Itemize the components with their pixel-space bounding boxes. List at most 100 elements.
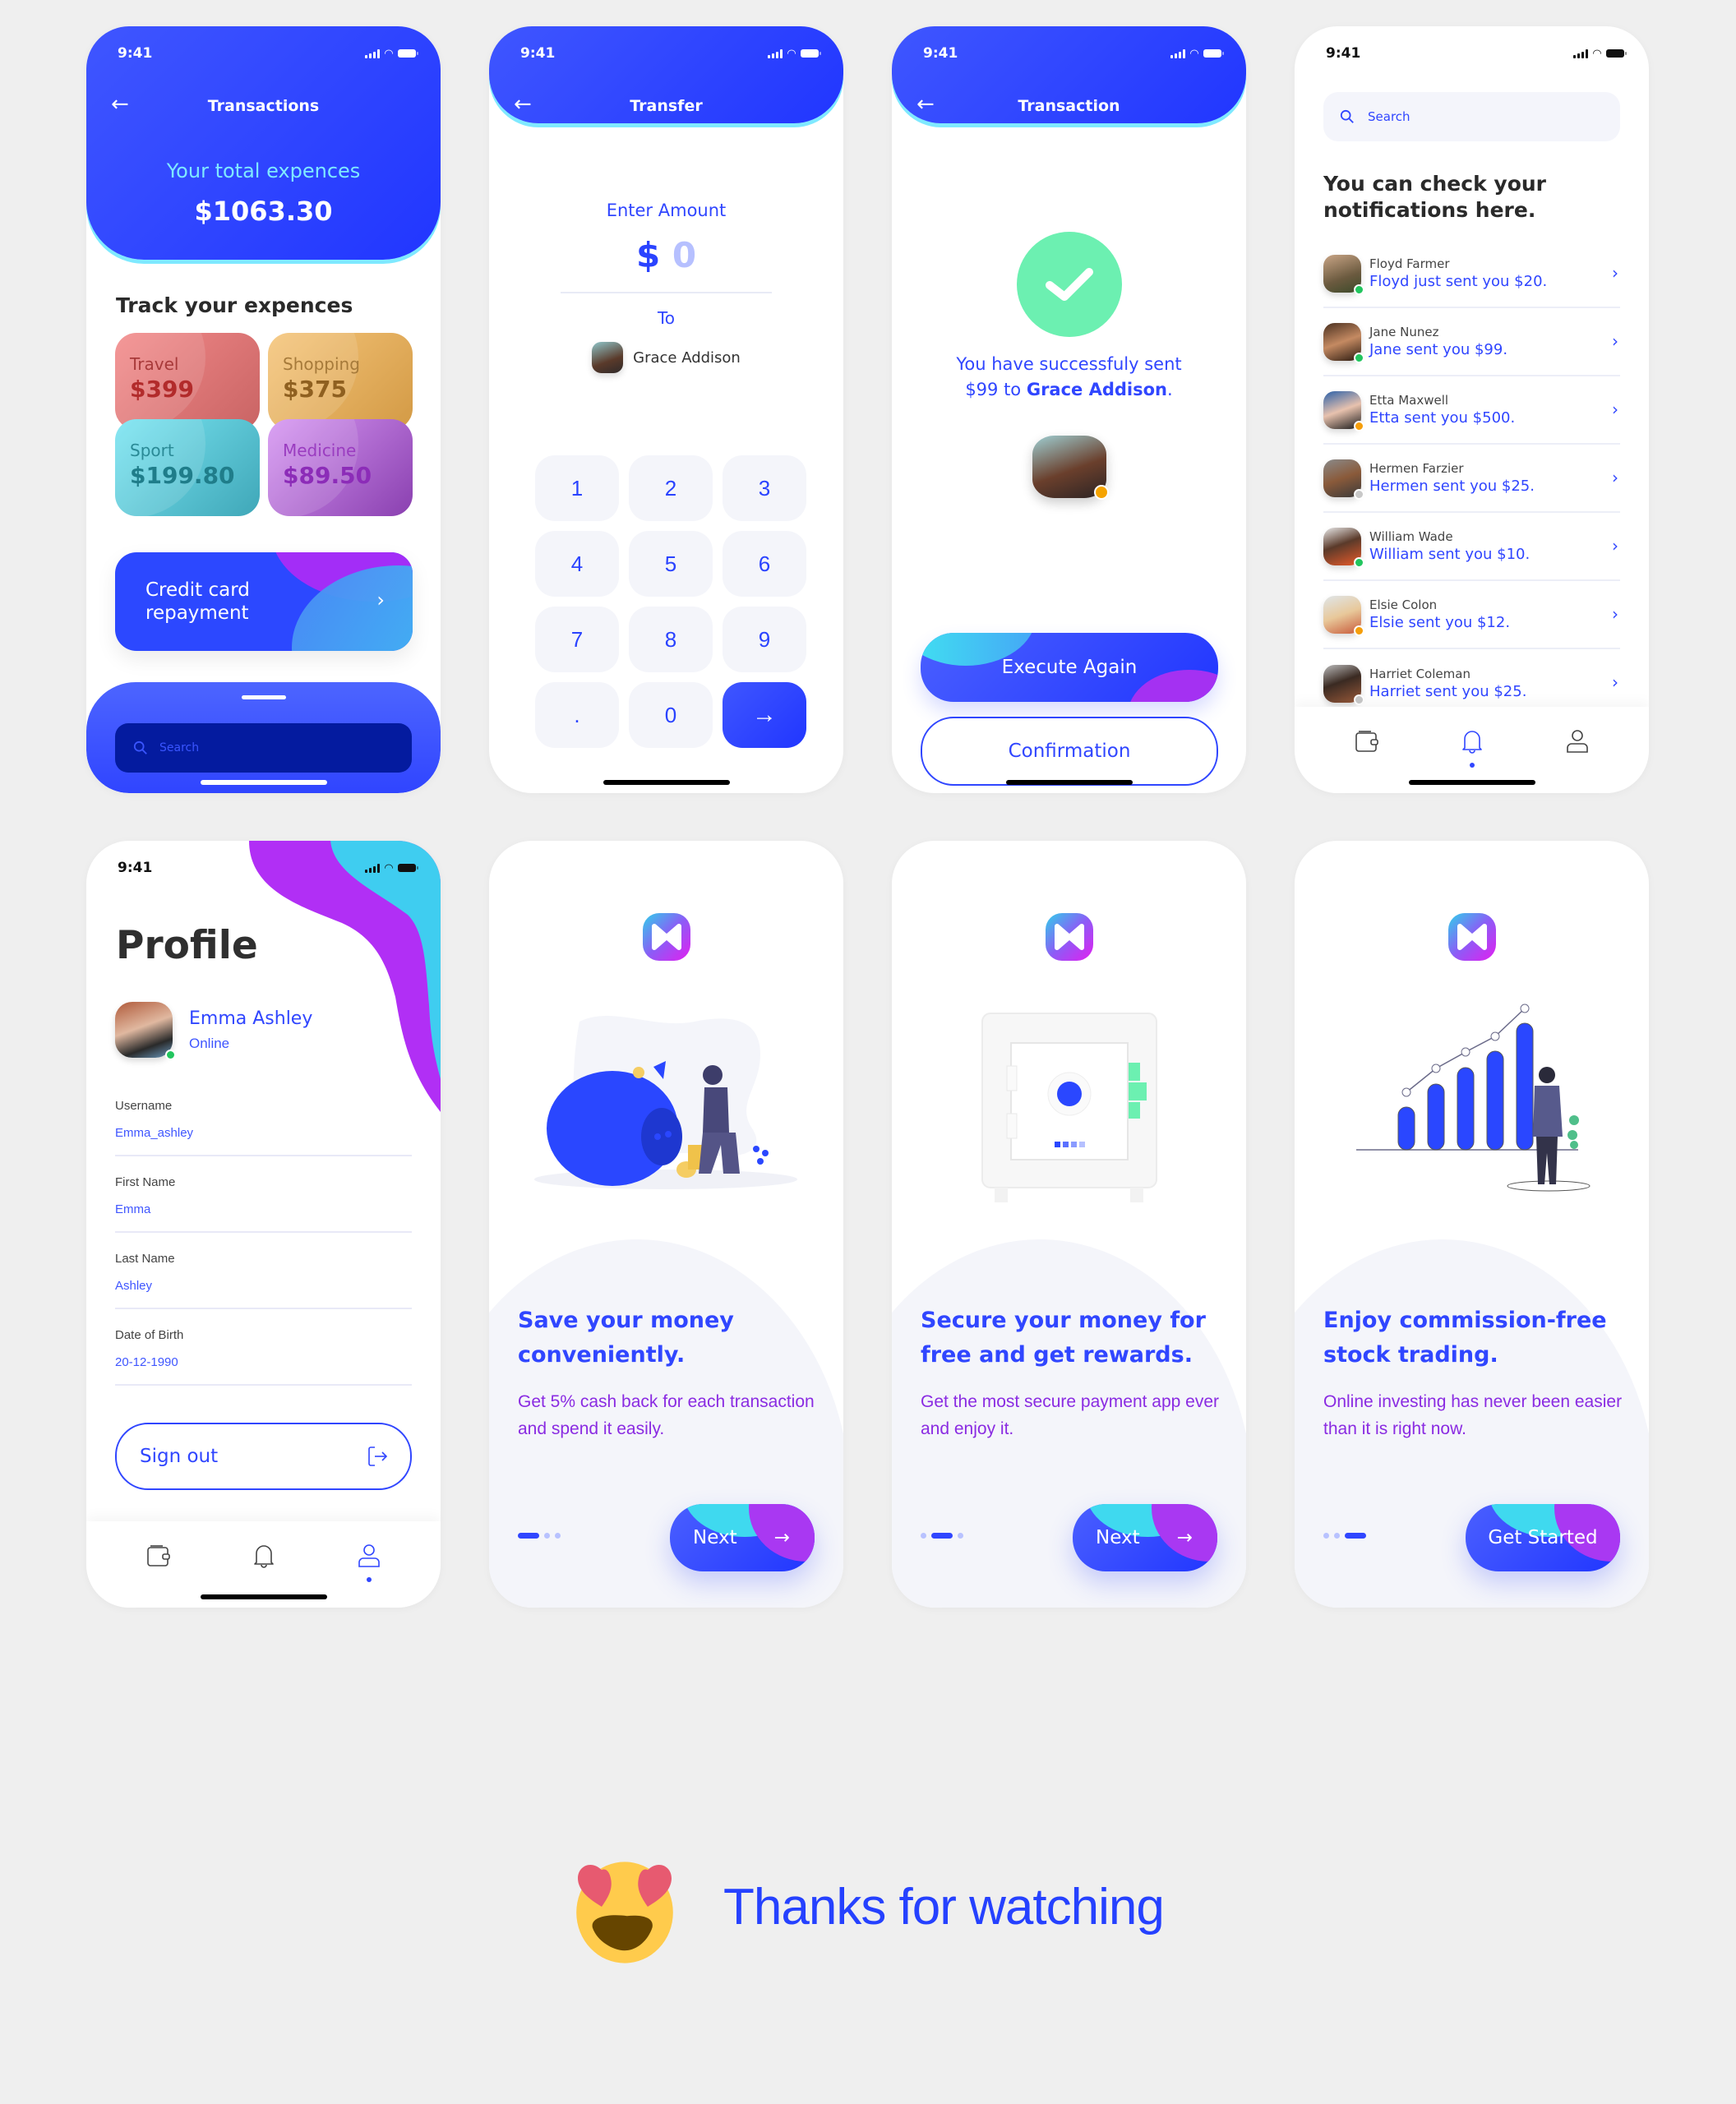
last-name-field[interactable]: Last Name Ashley <box>115 1252 412 1309</box>
onboarding-text: Get 5% cash back for each transaction an… <box>518 1392 815 1438</box>
page-dot <box>1323 1533 1329 1539</box>
category-label: Travel <box>130 354 179 374</box>
next-button[interactable]: Next → <box>670 1504 815 1571</box>
recipient[interactable]: Grace Addison <box>489 342 843 373</box>
notification-item[interactable]: William Wade William sent you $10. › <box>1323 513 1620 581</box>
total-expenses-value: $1063.30 <box>194 196 333 227</box>
date-of-birth-field[interactable]: Date of Birth 20-12-1990 <box>115 1328 412 1386</box>
wifi-icon: ◠ <box>385 47 393 60</box>
search-input[interactable]: Search <box>1323 92 1620 141</box>
category-value: $89.50 <box>283 462 372 489</box>
sign-out-button[interactable]: Sign out <box>115 1423 412 1490</box>
key-8[interactable]: 8 <box>629 607 713 672</box>
avatar <box>1323 664 1364 705</box>
page-dot-active <box>931 1533 953 1539</box>
chevron-right-icon: › <box>1612 331 1618 351</box>
battery-icon <box>1606 49 1627 58</box>
numeric-keypad: 1 2 3 4 5 6 7 8 9 . 0 → <box>535 455 806 748</box>
notification-item[interactable]: Floyd Farmer Floyd just sent you $20. › <box>1323 240 1620 308</box>
category-card-sport[interactable]: Sport $199.80 <box>115 419 260 516</box>
battery-icon <box>801 49 821 58</box>
search-placeholder: Search <box>159 741 200 754</box>
notification-message: Hermen sent you $25. <box>1369 478 1535 495</box>
page-indicator <box>921 1533 963 1539</box>
credit-card-line2: repayment <box>145 602 249 624</box>
logout-icon <box>368 1446 388 1466</box>
growth-chart-illustration <box>1356 1004 1591 1192</box>
page-dot <box>921 1533 926 1539</box>
key-5[interactable]: 5 <box>629 531 713 597</box>
piggy-bank-illustration <box>534 1015 797 1189</box>
key-2[interactable]: 2 <box>629 455 713 521</box>
key-3[interactable]: 3 <box>723 455 806 521</box>
avatar[interactable] <box>115 1002 176 1060</box>
wifi-icon: ◠ <box>385 861 393 874</box>
field-label: Last Name <box>115 1252 175 1266</box>
get-started-button[interactable]: Get Started <box>1466 1504 1620 1571</box>
category-card-shopping[interactable]: Shopping $375 <box>268 333 413 430</box>
status-dot-away <box>1354 625 1364 636</box>
notification-item[interactable]: Hermen Farzier Hermen sent you $25. › <box>1323 445 1620 513</box>
signal-icon <box>365 863 380 873</box>
tab-wallet[interactable] <box>1350 725 1383 758</box>
bottom-sheet: Search <box>86 682 441 793</box>
key-9[interactable]: 9 <box>723 607 806 672</box>
sheet-grip-handle[interactable] <box>241 695 286 699</box>
notification-item[interactable]: Jane Nunez Jane sent you $99. › <box>1323 308 1620 376</box>
success-check-icon <box>1016 232 1122 337</box>
notifications-screen: 9:41 ◠ Search You can check your notific… <box>1295 26 1649 793</box>
battery-icon <box>398 864 418 872</box>
track-expenses-title: Track your expences <box>116 293 353 317</box>
page-dot-active <box>1345 1533 1366 1539</box>
avatar <box>1323 595 1364 636</box>
key-0[interactable]: 0 <box>629 682 713 748</box>
transactions-screen: ← Transactions Your total expences $1063… <box>86 26 441 793</box>
bell-icon <box>1462 731 1482 754</box>
next-label: Next <box>1096 1527 1140 1548</box>
first-name-field[interactable]: First Name Emma <box>115 1175 412 1233</box>
arrow-right-icon: → <box>1176 1527 1193 1548</box>
enter-amount-label: Enter Amount <box>606 201 727 220</box>
username-field[interactable]: Username Emma_ashley <box>115 1099 412 1156</box>
status-bar: 9:41 ◠ <box>1295 26 1649 67</box>
tab-profile[interactable] <box>1561 725 1594 758</box>
signal-icon <box>1170 48 1185 58</box>
tab-wallet[interactable] <box>142 1539 175 1572</box>
status-dot-offline <box>1354 488 1364 500</box>
app-logo-icon <box>1447 913 1496 961</box>
tab-profile[interactable] <box>353 1539 386 1582</box>
search-input[interactable]: Search <box>115 723 412 773</box>
sender-name: Harriet Coleman <box>1369 667 1471 681</box>
tab-notifications[interactable] <box>247 1539 280 1572</box>
wifi-icon: ◠ <box>1593 47 1601 60</box>
onboarding-title: Enjoy commission-free stock trading. <box>1323 1308 1607 1368</box>
confirmation-button[interactable]: Confirmation <box>921 717 1218 786</box>
user-name: Emma Ashley <box>189 1008 313 1029</box>
credit-card-repayment-button[interactable]: Credit card repayment › <box>115 552 413 651</box>
sender-name: Jane Nunez <box>1369 325 1439 339</box>
category-card-medicine[interactable]: Medicine $89.50 <box>268 419 413 516</box>
tab-notifications[interactable] <box>1456 725 1489 768</box>
transfer-screen: ← Transfer 9:41 ◠ Enter Amount $ 0 To Gr… <box>489 26 843 793</box>
status-dot-online <box>165 1050 176 1060</box>
avatar <box>1323 459 1364 500</box>
key-1[interactable]: 1 <box>535 455 619 521</box>
field-value: Emma_ashley <box>115 1126 194 1140</box>
notification-item[interactable]: Elsie Colon Elsie sent you $12. › <box>1323 581 1620 649</box>
notification-item[interactable]: Etta Maxwell Etta sent you $500. › <box>1323 376 1620 445</box>
category-value: $199.80 <box>130 462 235 489</box>
search-icon <box>133 741 147 754</box>
key-6[interactable]: 6 <box>723 531 806 597</box>
execute-again-button[interactable]: Execute Again <box>921 633 1218 702</box>
amount-input[interactable]: $ 0 <box>489 235 843 275</box>
arrow-right-icon: → <box>752 701 777 728</box>
key-4[interactable]: 4 <box>535 531 619 597</box>
status-dot-away <box>1354 420 1364 431</box>
next-button[interactable]: Next → <box>1073 1504 1217 1571</box>
key-7[interactable]: 7 <box>535 607 619 672</box>
status-time: 9:41 <box>118 860 153 876</box>
submit-arrow-button[interactable]: → <box>723 682 806 748</box>
category-card-travel[interactable]: Travel $399 <box>115 333 260 430</box>
chevron-right-icon: › <box>1612 399 1618 419</box>
key-decimal[interactable]: . <box>535 682 619 748</box>
